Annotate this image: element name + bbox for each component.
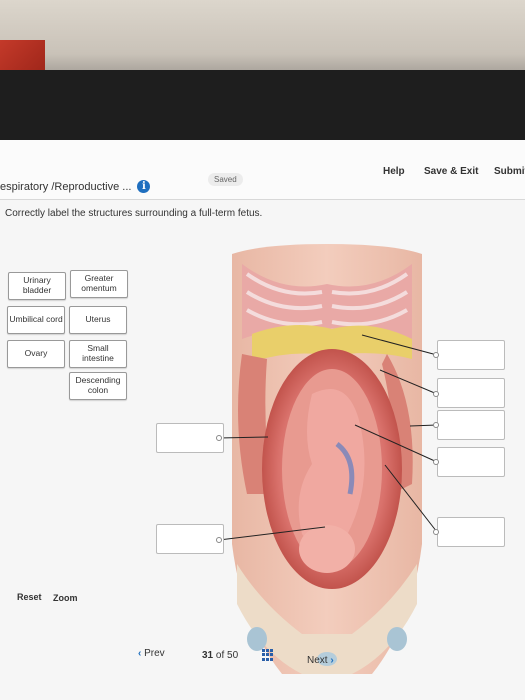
connector-dot	[433, 459, 439, 465]
label-ovary[interactable]: Ovary	[7, 340, 65, 368]
connector-dot	[433, 422, 439, 428]
connector-dot	[216, 435, 222, 441]
connector-dot	[433, 391, 439, 397]
chevron-right-icon: ›	[330, 655, 334, 666]
page-indicator: 31 of 50	[202, 650, 238, 661]
breadcrumb[interactable]: espiratory /Reproductive ... i	[0, 180, 151, 193]
label-urinary-bladder[interactable]: Urinary bladder	[8, 272, 66, 300]
connector-dot	[433, 529, 439, 535]
saved-status: Saved	[208, 173, 243, 186]
label-umbilical-cord[interactable]: Umbilical cord	[7, 306, 65, 334]
label-greater-omentum[interactable]: Greater omentum	[70, 270, 128, 298]
total-pages: 50	[227, 650, 239, 661]
label-descending-colon[interactable]: Descending colon	[69, 372, 127, 400]
label-uterus[interactable]: Uterus	[69, 306, 127, 334]
drop-target-6[interactable]	[156, 423, 224, 453]
connector-dot	[433, 352, 439, 358]
drop-target-2[interactable]	[437, 378, 505, 408]
info-icon[interactable]: i	[137, 180, 151, 193]
drop-target-4[interactable]	[437, 447, 505, 477]
save-exit-button[interactable]: Save & Exit	[424, 166, 478, 177]
chevron-left-icon: ‹	[138, 648, 142, 659]
current-page: 31	[202, 650, 214, 661]
top-bar: espiratory /Reproductive ... i Saved Hel…	[0, 140, 525, 200]
screen: espiratory /Reproductive ... i Saved Hel…	[0, 140, 525, 700]
next-label: Next	[307, 655, 328, 666]
question-instruction: Correctly label the structures surroundi…	[5, 208, 263, 219]
prev-label: Prev	[144, 648, 165, 659]
grid-icon[interactable]	[262, 649, 274, 661]
help-button[interactable]: Help	[383, 166, 405, 177]
submit-button[interactable]: Submit	[494, 166, 525, 177]
drop-target-3[interactable]	[437, 410, 505, 440]
prev-button[interactable]: ‹ Prev	[138, 648, 165, 659]
reset-button[interactable]: Reset	[17, 592, 42, 602]
zoom-button[interactable]: Zoom	[53, 593, 78, 603]
label-small-intestine[interactable]: Small intestine	[69, 340, 127, 368]
next-button[interactable]: Next ›	[307, 655, 334, 666]
drop-target-5[interactable]	[437, 517, 505, 547]
drop-target-7[interactable]	[156, 524, 224, 554]
drop-target-1[interactable]	[437, 340, 505, 370]
connector-dot	[216, 537, 222, 543]
fetus-anatomy-illustration	[232, 244, 422, 674]
page-of: of	[215, 650, 225, 661]
breadcrumb-label: espiratory /Reproductive ...	[0, 180, 132, 193]
